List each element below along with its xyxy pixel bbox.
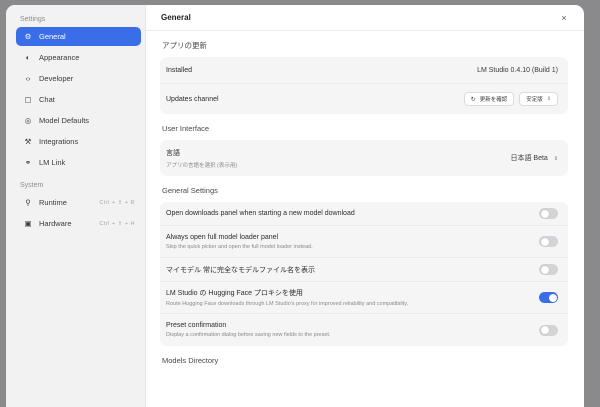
sidebar-item-label: Developer [39,74,74,83]
refresh-icon: ↻ [470,96,476,103]
shortcut-hint: Ctrl + ⇧ + H [99,220,135,227]
language-desc: アプリの言語を選択 (表示用) [166,162,238,169]
toggle-open-downloads[interactable] [539,208,558,219]
titlebar: General × [146,5,584,31]
setting-row-hf-proxy: LM Studio の Hugging Face プロキシを使用 Route H… [160,282,568,314]
ui-card: 言語 アプリの言語を選択 (表示用) 日本語 Beta ⇕ [160,140,568,176]
toggle-knob [540,265,549,274]
setting-row-open-downloads: Open downloads panel when starting a new… [160,202,568,226]
check-updates-label: 更新を確認 [479,97,508,103]
section-title-app-updates: アプリの更新 [162,41,207,50]
chat-icon: ▢ [24,95,32,104]
setting-row-preset-confirmation: Preset confirmation Display a confirmati… [160,314,568,346]
sidebar-item-label: General [39,32,66,41]
link-icon: ⚭ [24,158,32,167]
wrench-icon: ⚒ [24,137,32,146]
runtime-icon: ⚲ [25,198,31,207]
sidebar-heading-system: System [20,182,44,189]
toggle-knob [540,209,549,218]
setting-label: Always open full model loader panel [166,233,279,241]
check-updates-button[interactable]: ↻ 更新を確認 [463,92,515,106]
section-title-ui: User Interface [162,124,210,133]
settings-main: General × アプリの更新 Installed LM Studio 0.4… [146,5,584,407]
section-title-general: General Settings [162,186,218,195]
toggle-hf-proxy[interactable] [539,292,558,303]
sidebar-item-lm-link[interactable]: ⚭ LM Link [16,153,141,172]
sidebar-item-label: Runtime [39,198,67,207]
setting-row-full-filename: マイモデル 常に完全なモデルファイル名を表示 [160,258,568,282]
sidebar-item-label: Appearance [39,53,80,62]
sidebar-item-developer[interactable]: ‹› Developer [16,69,141,88]
language-row: 言語 アプリの言語を選択 (表示用) 日本語 Beta ⇕ [160,140,568,176]
chevron-updown-icon: ⇕ [546,96,551,102]
channel-select[interactable]: 安定版 ⇕ [519,92,558,106]
gear-icon: ⚙ [24,32,32,41]
setting-label: Preset confirmation [166,322,227,329]
toggle-full-loader[interactable] [539,236,558,247]
close-icon[interactable]: × [559,13,569,23]
sidebar-item-general[interactable]: ⚙ General [16,27,141,46]
sidebar-item-label: Integrations [39,137,79,146]
settings-sidebar: Settings ⚙ General ◐ Appearance ‹› Devel… [6,5,146,407]
language-text: 言語 アプリの言語を選択 (表示用) [166,148,510,169]
sidebar-item-label: LM Link [39,158,66,167]
setting-desc: Display a confirmation dialog before sav… [166,332,331,338]
sidebar-item-appearance[interactable]: ◐ Appearance [16,48,141,67]
code-icon: ‹› [25,74,31,83]
section-title-models-directory: Models Directory [162,356,219,365]
setting-desc: Skip the quick picker and open the full … [166,243,313,250]
toggle-knob [540,326,549,334]
page-title: General [161,13,191,22]
sidebar-item-runtime[interactable]: ⚲ Runtime Ctrl + ⇧ + R [16,193,141,212]
language-select[interactable]: 日本語 Beta ⇕ [510,153,558,163]
sidebar-item-chat[interactable]: ▢ Chat [16,90,141,109]
general-settings-card: Open downloads panel when starting a new… [160,202,568,346]
updates-channel-label: Updates channel [166,95,219,103]
sidebar-item-integrations[interactable]: ⚒ Integrations [16,132,141,151]
sidebar-item-model-defaults[interactable]: ◎ Model Defaults [16,111,141,130]
sidebar-item-label: Chat [39,95,55,104]
settings-content: アプリの更新 Installed LM Studio 0.4.10 (Build… [146,31,584,372]
sidebar-item-hardware[interactable]: ▣ Hardware Ctrl + ⇧ + H [16,214,141,233]
model-icon: ◎ [24,116,32,125]
installed-version: LM Studio 0.4.10 (Build 1) [477,66,558,74]
setting-label: マイモデル 常に完全なモデルファイル名を表示 [166,266,315,274]
palette-icon: ◐ [25,53,31,62]
channel-value: 安定版 [526,97,543,103]
settings-window: Settings ⚙ General ◐ Appearance ‹› Devel… [6,5,584,407]
app-updates-card: Installed LM Studio 0.4.10 (Build 1) Upd… [160,57,568,114]
setting-label: Open downloads panel when starting a new… [166,210,355,217]
language-value: 日本語 Beta [510,155,548,162]
updates-channel-row: Updates channel ↻ 更新を確認 安定版 ⇕ [160,84,568,114]
toggle-preset-confirmation[interactable] [539,324,558,336]
installed-row: Installed LM Studio 0.4.10 (Build 1) [160,57,568,84]
shortcut-hint: Ctrl + ⇧ + R [99,199,135,206]
sidebar-item-label: Hardware [39,219,72,228]
setting-label: LM Studio の Hugging Face プロキシを使用 [166,290,303,297]
hardware-icon: ▣ [24,219,32,228]
chevron-updown-icon: ⇕ [553,156,558,162]
toggle-knob [548,293,557,302]
sidebar-item-label: Model Defaults [39,116,90,125]
setting-desc: Route Hugging Face downloads through LM … [166,301,409,307]
setting-row-full-loader: Always open full model loader panel Skip… [160,226,568,258]
language-label: 言語 [166,149,180,157]
toggle-knob [540,237,549,246]
toggle-full-filename[interactable] [539,264,558,275]
sidebar-heading-settings: Settings [20,16,46,23]
installed-label: Installed [166,66,193,74]
